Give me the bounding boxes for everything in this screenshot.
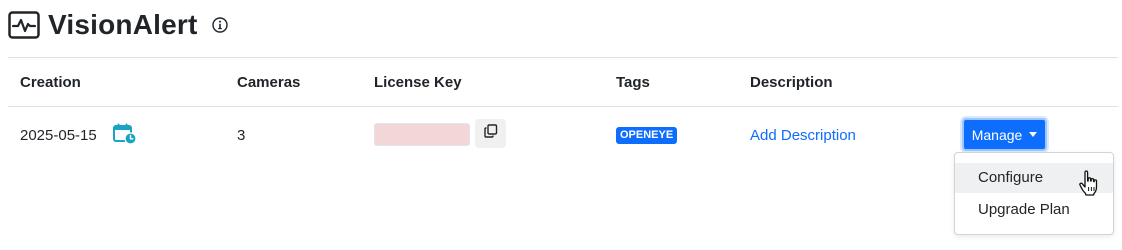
add-description-link[interactable]: Add Description [750, 127, 856, 144]
manage-button-label: Manage [971, 126, 1023, 143]
column-header-description: Description [750, 74, 833, 91]
caret-down-icon [1029, 132, 1038, 137]
column-header-license-key: License Key [374, 74, 462, 91]
license-key-masked [374, 123, 470, 146]
activity-monitor-icon [8, 11, 40, 39]
column-header-cameras: Cameras [237, 74, 301, 91]
tag-badge[interactable]: OPENEYE [616, 127, 678, 144]
manage-dropdown-button[interactable]: Manage [962, 118, 1047, 151]
table-header-divider [8, 106, 1118, 107]
copy-icon [483, 124, 498, 143]
column-header-creation: Creation [20, 74, 81, 91]
copy-license-button[interactable] [475, 119, 506, 148]
page-title: VisionAlert [48, 9, 198, 40]
hand-pointer-icon [1078, 170, 1100, 196]
info-icon[interactable] [211, 17, 228, 33]
menu-item-upgrade-plan[interactable]: Upgrade Plan [955, 195, 1113, 225]
header-divider [8, 57, 1118, 58]
camera-count: 3 [237, 127, 246, 144]
creation-date: 2025-05-15 [20, 127, 97, 144]
column-header-tags: Tags [616, 74, 650, 91]
page-header: VisionAlert [8, 6, 228, 44]
calendar-clock-icon[interactable] [113, 123, 137, 145]
